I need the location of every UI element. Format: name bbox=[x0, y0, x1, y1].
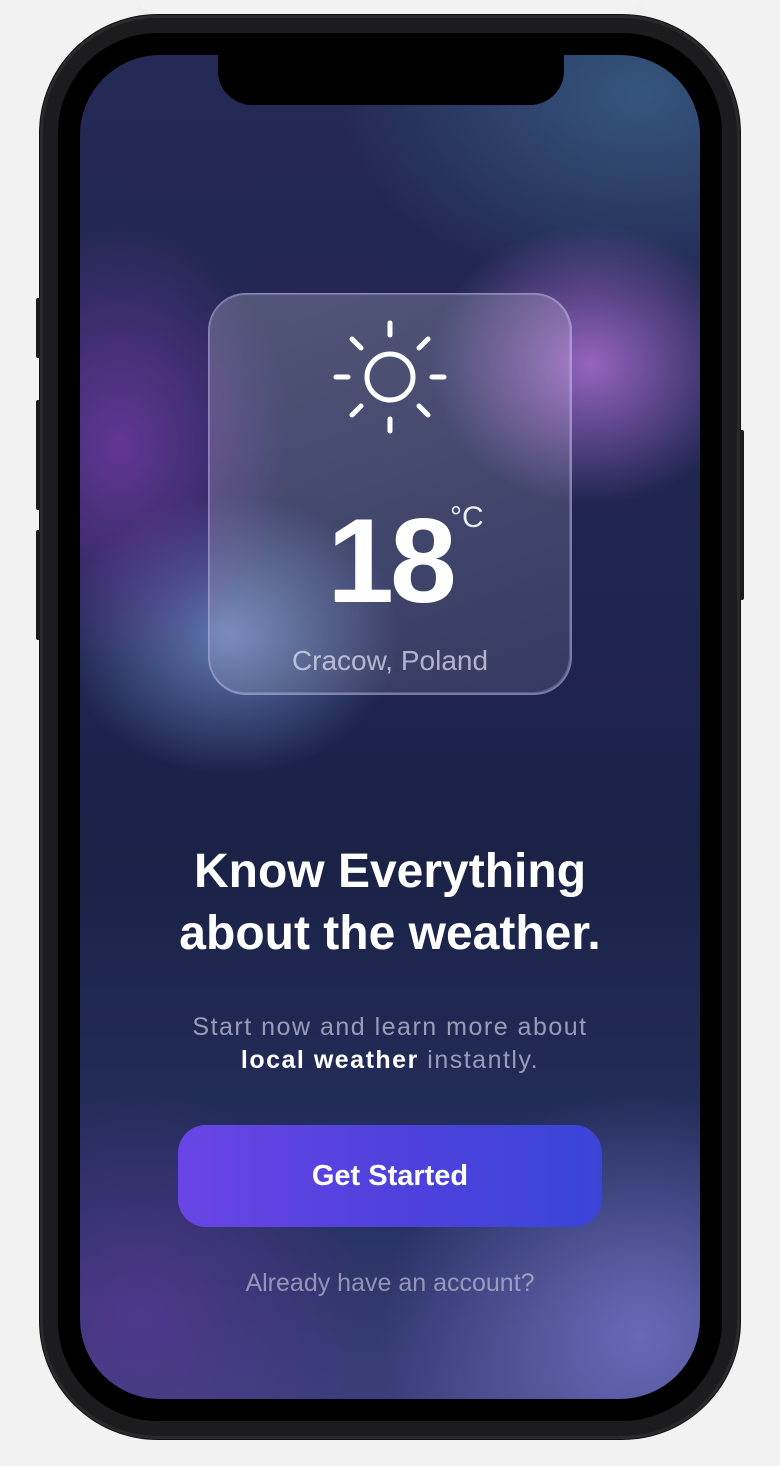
sun-icon bbox=[333, 320, 447, 434]
notch bbox=[218, 55, 564, 105]
get-started-button[interactable]: Get Started bbox=[178, 1125, 602, 1227]
weather-card: 18 °C Cracow, Poland bbox=[208, 293, 572, 695]
volume-down-button bbox=[36, 530, 40, 640]
location-label: Cracow, Poland bbox=[291, 645, 489, 676]
subtitle: Start now and learn more about local wea… bbox=[80, 1011, 700, 1077]
subtitle-line-1: Start now and learn more about bbox=[192, 1013, 588, 1041]
subtitle-line-2: local weather instantly. bbox=[80, 1044, 700, 1077]
subtitle-highlight: local weather bbox=[240, 1046, 419, 1074]
temperature-unit: °C bbox=[450, 501, 484, 534]
headline: Know Everything about the weather. bbox=[80, 841, 700, 965]
already-have-account-link[interactable]: Already have an account? bbox=[80, 1268, 700, 1298]
top-shadow bbox=[140, 0, 640, 14]
headline-line-1: Know Everything bbox=[193, 845, 587, 898]
mute-switch bbox=[36, 298, 40, 358]
subtitle-end: instantly. bbox=[427, 1046, 540, 1074]
temperature-value: 18 bbox=[327, 494, 456, 628]
screen: 18 °C Cracow, Poland Know Everything abo… bbox=[80, 55, 700, 1399]
headline-line-2: about the weather. bbox=[179, 907, 601, 960]
power-button bbox=[740, 430, 744, 600]
page: 18 °C Cracow, Poland Know Everything abo… bbox=[0, 0, 780, 1466]
volume-up-button bbox=[36, 400, 40, 510]
